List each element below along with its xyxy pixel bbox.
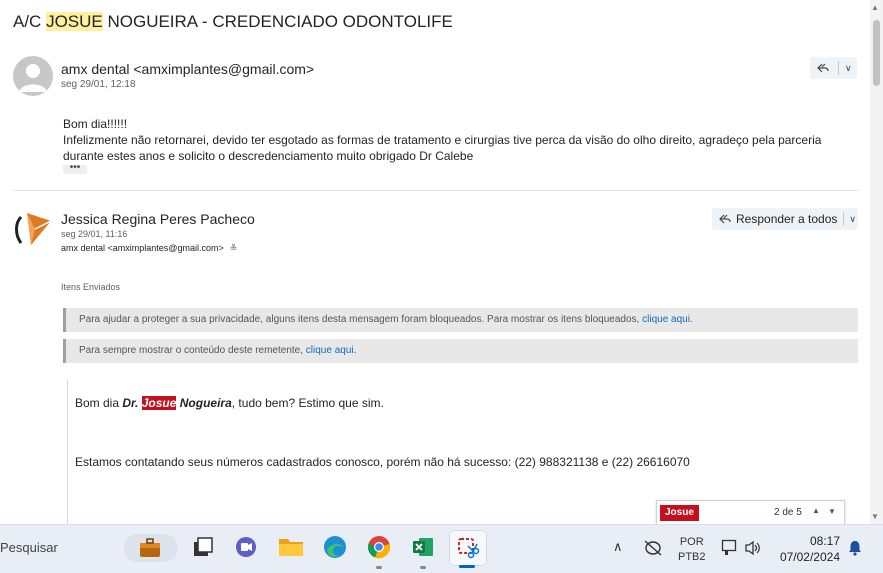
message2-greeting: Bom dia Dr. Josue Nogueira, tudo bem? Es…	[75, 396, 384, 410]
person-icon	[19, 64, 47, 92]
find-previous-button[interactable]: ▲	[812, 506, 820, 515]
snipping-tool-icon[interactable]	[449, 530, 487, 566]
briefcase-icon	[140, 538, 160, 557]
scroll-down-arrow[interactable]: ▼	[871, 512, 879, 521]
company-logo-icon	[15, 213, 52, 245]
input-language-indicator[interactable]: POR PTB2	[678, 535, 706, 565]
message2-recipient[interactable]: amx dental <amximplantes@gmail.com> ≚	[61, 243, 237, 254]
blocked-content-notice: Para ajudar a proteger a sua privacidade…	[63, 308, 858, 332]
show-hidden-icons-chevron-up-icon[interactable]: ∧	[613, 539, 623, 555]
message2-date: seg 29/01, 11:16	[61, 229, 128, 239]
message1-greeting: Bom dia!!!!!!	[63, 117, 128, 131]
running-indicator	[376, 566, 382, 569]
chrome-browser-icon[interactable]	[365, 533, 393, 561]
message1-reply-button[interactable]: ∨	[810, 57, 857, 79]
find-next-button[interactable]: ▼	[828, 507, 836, 516]
taskbar-search[interactable]: Pesquisar	[0, 540, 58, 555]
scrollbar-thumb[interactable]	[873, 20, 880, 86]
reply-all-button[interactable]: Responder a todos ∨	[712, 208, 858, 230]
find-bar: Josue 2 de 5 ▲ ▼	[656, 500, 845, 526]
show-blocked-items-link[interactable]: clique aqui.	[642, 314, 693, 325]
message1-date: seg 29/01, 12:18	[61, 79, 136, 90]
subject-search-highlight: JOSUE	[46, 12, 103, 31]
chevron-down-icon[interactable]: ∨	[845, 63, 852, 74]
sender-avatar	[13, 205, 53, 245]
file-explorer-icon[interactable]	[277, 533, 305, 561]
reply-all-icon	[719, 214, 731, 224]
task-view-icon[interactable]	[189, 533, 217, 561]
chevron-down-icon[interactable]: ∨	[849, 214, 856, 225]
message-divider	[13, 190, 859, 191]
volume-icon[interactable]	[744, 540, 762, 556]
message2-body-line: Estamos contatando seus números cadastra…	[75, 455, 690, 469]
sender-avatar	[13, 56, 53, 96]
no-internet-icon[interactable]	[644, 540, 662, 556]
scroll-up-arrow[interactable]: ▲	[871, 3, 879, 12]
clock[interactable]: 08:17 07/02/2024	[778, 533, 840, 565]
find-match-count: 2 de 5	[774, 507, 802, 518]
notification-bell-icon[interactable]	[848, 540, 862, 556]
reply-all-label: Responder a todos	[736, 212, 838, 226]
edge-browser-icon[interactable]	[321, 533, 349, 561]
running-indicator	[420, 566, 426, 569]
trust-sender-notice: Para sempre mostrar o conteúdo deste rem…	[63, 339, 858, 363]
reply-all-icon	[817, 63, 829, 73]
expand-recipients-icon[interactable]: ≚	[230, 243, 238, 253]
message2-sender: Jessica Regina Peres Pacheco	[61, 211, 255, 227]
chat-icon[interactable]	[232, 533, 260, 561]
excel-icon[interactable]	[409, 533, 437, 561]
email-subject: A/C JOSUE NOGUEIRA - CREDENCIADO ODONTOL…	[13, 12, 453, 31]
network-icon[interactable]	[721, 539, 737, 557]
message1-sender: amx dental <amximplantes@gmail.com>	[61, 61, 315, 77]
active-app-indicator	[459, 565, 475, 568]
show-trimmed-content-button[interactable]: •••	[63, 163, 87, 174]
folder-label: Itens Enviados	[61, 282, 121, 292]
find-current-match-highlight: Josue	[141, 396, 177, 410]
message1-body: Infelizmente não retornarei, devido ter …	[63, 133, 822, 163]
quote-border	[67, 380, 68, 524]
search-highlight-button[interactable]	[124, 534, 178, 562]
always-show-content-link[interactable]: clique aqui.	[306, 345, 357, 356]
find-term-field[interactable]: Josue	[660, 505, 699, 521]
